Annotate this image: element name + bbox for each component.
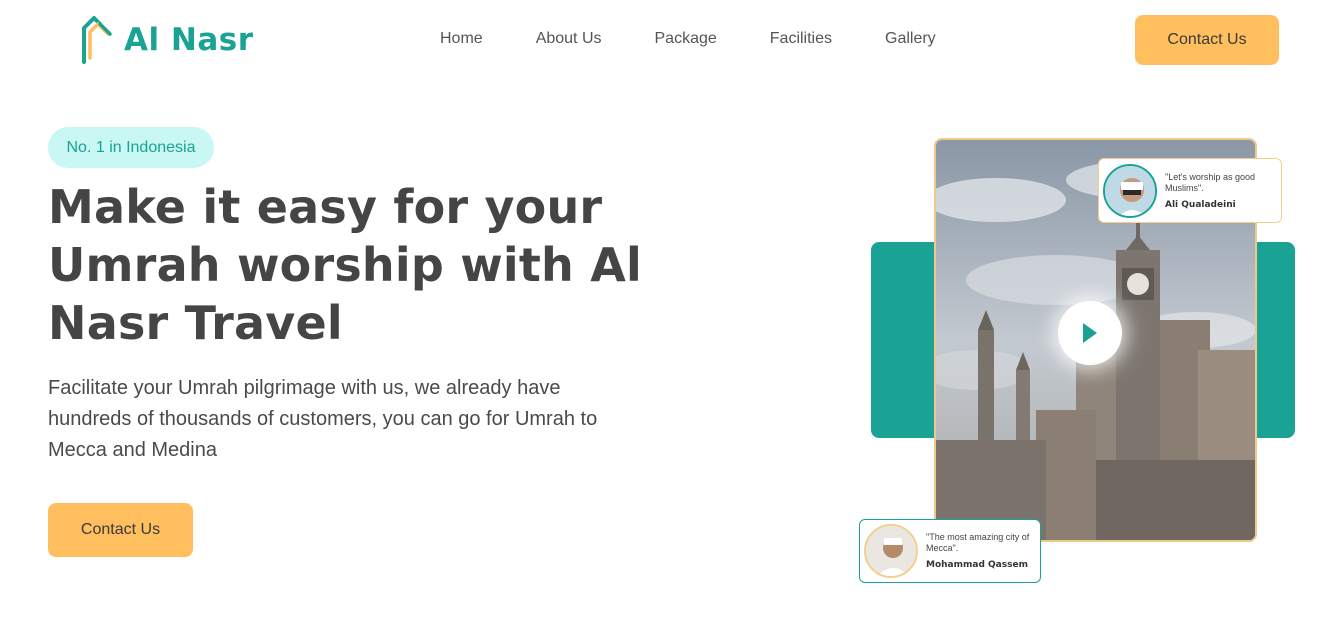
hero-contact-button[interactable]: Contact Us <box>48 503 193 557</box>
testimonial-card: "Let's worship as good Muslims". Ali Qua… <box>1098 158 1282 223</box>
avatar <box>1103 163 1157 218</box>
logo-mark-icon <box>82 16 112 64</box>
testimonial-quote: "Let's worship as good Muslims". <box>1165 171 1255 193</box>
header-contact-button[interactable]: Contact Us <box>1135 15 1279 65</box>
hero-description: Facilitate your Umrah pilgrimage with us… <box>48 377 598 461</box>
testimonial-card: "The most amazing city of Mecca". Mohamm… <box>859 519 1041 583</box>
play-icon <box>1083 323 1097 343</box>
ranking-badge: No. 1 in Indonesia <box>48 127 214 168</box>
brand-name: Al Nasr <box>124 22 254 58</box>
avatar <box>864 524 918 578</box>
play-video-button[interactable] <box>1058 301 1122 365</box>
nav-gallery[interactable]: Gallery <box>885 30 936 48</box>
hero-title: Make it easy for your Umrah worship with… <box>48 180 642 350</box>
logo[interactable]: Al Nasr <box>78 14 254 66</box>
testimonial-quote: "The most amazing city of Mecca". <box>926 532 1030 553</box>
nav-about-us[interactable]: About Us <box>536 30 602 48</box>
nav-home[interactable]: Home <box>440 30 483 48</box>
testimonial-author: Mohammad Qassem <box>926 560 1028 570</box>
testimonial-author: Ali Qualadeini <box>1165 199 1236 210</box>
main-nav: Home About Us Package Facilities Gallery <box>440 30 936 48</box>
nav-facilities[interactable]: Facilities <box>770 30 832 48</box>
nav-package[interactable]: Package <box>655 30 717 48</box>
